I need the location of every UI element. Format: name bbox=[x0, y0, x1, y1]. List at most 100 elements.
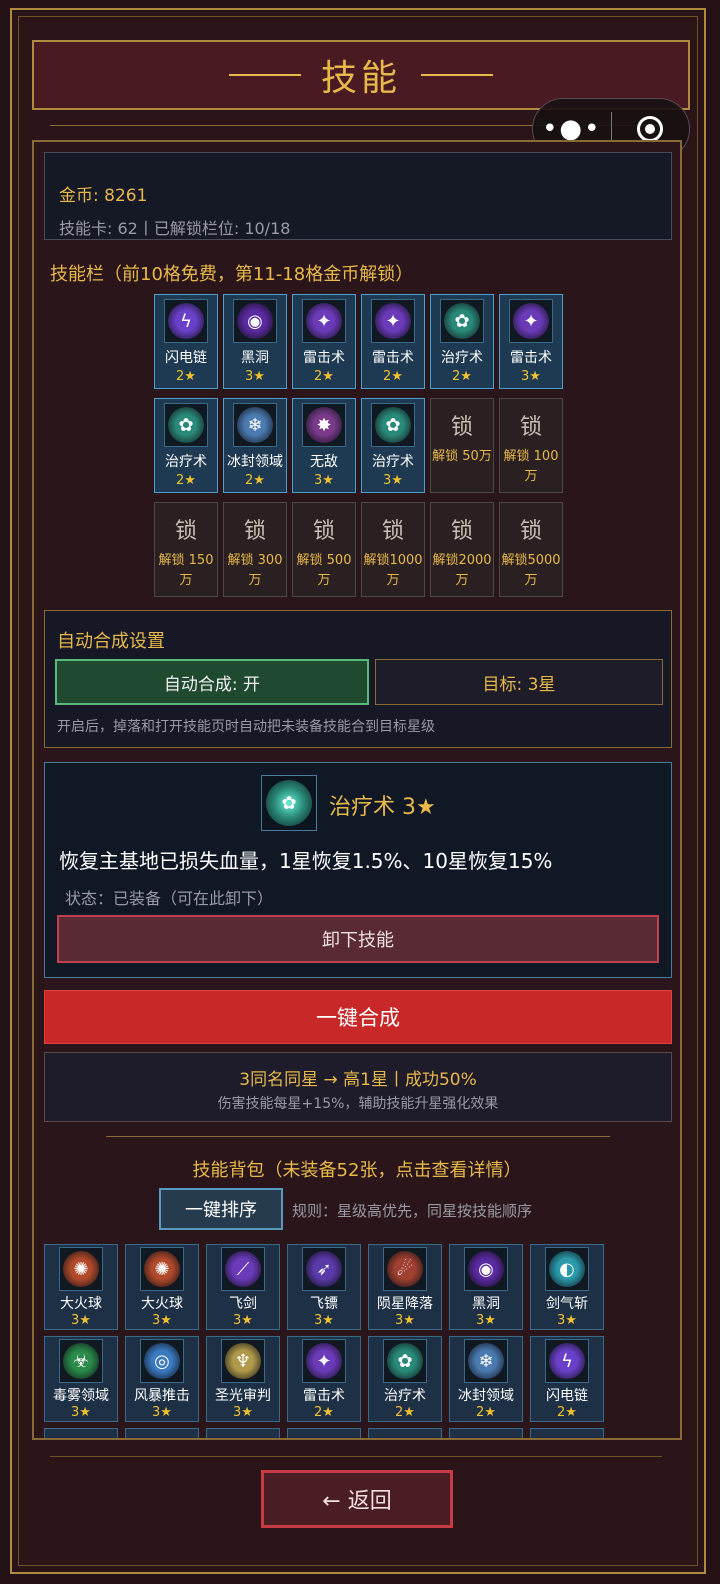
skill-slot[interactable]: ✸ 无敌 3★ bbox=[292, 398, 356, 493]
bag-item[interactable]: ϟ 闪电链 2★ bbox=[530, 1336, 604, 1422]
merge-rule-sub: 伤害技能每星+15%，辅助技能升星强化效果 bbox=[217, 1096, 499, 1112]
bag-item[interactable]: ♆ 圣光审判 3★ bbox=[206, 1336, 280, 1422]
merge-rules: 3同名同星 → 高1星丨成功50% 伤害技能每星+15%，辅助技能升星强化效果 bbox=[44, 1052, 672, 1122]
unlock-cost: 解锁 300万 bbox=[227, 553, 283, 588]
black-hole-icon: ◉ bbox=[464, 1247, 508, 1291]
bag-item-name: 风暴推击 bbox=[134, 1388, 190, 1404]
fireball-icon: ✺ bbox=[140, 1247, 184, 1291]
skill-slot-name: 雷击术 bbox=[303, 350, 345, 366]
skill-slot-stars: 3★ bbox=[521, 369, 541, 384]
bag-item[interactable] bbox=[287, 1428, 361, 1438]
invincible-icon: ✸ bbox=[302, 403, 346, 447]
bag-item[interactable] bbox=[449, 1428, 523, 1438]
bag-item[interactable] bbox=[44, 1428, 118, 1438]
skill-slot-stars: 3★ bbox=[314, 473, 334, 488]
locked-slot[interactable]: 锁解锁 500万 bbox=[292, 502, 356, 597]
bag-item[interactable]: ☄ 陨星降落 3★ bbox=[368, 1244, 442, 1330]
skill-slot-stars: 2★ bbox=[176, 369, 196, 384]
meteor-icon: ☄ bbox=[383, 1247, 427, 1291]
skill-slot-stars: 3★ bbox=[383, 473, 403, 488]
heal-icon: ✿ bbox=[164, 403, 208, 447]
bag-item-name: 飞剑 bbox=[229, 1296, 257, 1312]
heal-icon: ✿ bbox=[383, 1339, 427, 1383]
sort-rule: 规则：星级高优先，同星按技能顺序 bbox=[292, 1202, 533, 1220]
bag-separator bbox=[106, 1136, 610, 1137]
bag-item-name: 剑气斩 bbox=[546, 1296, 588, 1312]
skill-slot-stars: 2★ bbox=[314, 369, 334, 384]
bag-item-stars: 3★ bbox=[476, 1313, 496, 1328]
skill-slot[interactable]: ✦ 雷击术 2★ bbox=[361, 294, 425, 389]
lock-label: 锁 bbox=[450, 519, 473, 544]
skill-slot[interactable]: ✦ 雷击术 3★ bbox=[499, 294, 563, 389]
bag-item-name: 黑洞 bbox=[472, 1296, 500, 1312]
locked-slot[interactable]: 锁解锁2000万 bbox=[430, 502, 494, 597]
lock-label: 锁 bbox=[381, 519, 404, 544]
unlock-cost: 解锁1000万 bbox=[363, 553, 423, 588]
skill-slot-name: 治疗术 bbox=[165, 454, 207, 470]
bag-item[interactable]: ✿ 治疗术 2★ bbox=[368, 1336, 442, 1422]
skill-slot[interactable]: ◉ 黑洞 3★ bbox=[223, 294, 287, 389]
locked-slot[interactable]: 锁解锁 100万 bbox=[499, 398, 563, 493]
skill-slot-stars: 2★ bbox=[452, 369, 472, 384]
bag-item[interactable]: ✺ 大火球 3★ bbox=[125, 1244, 199, 1330]
bag-item[interactable]: ➶ 飞镖 3★ bbox=[287, 1244, 361, 1330]
locked-slot[interactable]: 锁解锁 50万 bbox=[430, 398, 494, 493]
sort-button[interactable]: 一键排序 bbox=[159, 1188, 283, 1230]
thunder-icon: ✦ bbox=[302, 1339, 346, 1383]
target-circle-icon[interactable] bbox=[612, 116, 690, 142]
unlock-cost: 解锁 50万 bbox=[432, 449, 492, 464]
unlock-cost: 解锁 150万 bbox=[158, 553, 214, 588]
poison-icon: ☣ bbox=[59, 1339, 103, 1383]
bag-item[interactable] bbox=[530, 1428, 604, 1438]
bag-item[interactable]: ⟋ 飞剑 3★ bbox=[206, 1244, 280, 1330]
locked-slot[interactable]: 锁解锁 150万 bbox=[154, 502, 218, 597]
locked-slot[interactable]: 锁解锁5000万 bbox=[499, 502, 563, 597]
skill-slot[interactable]: ✿ 治疗术 3★ bbox=[361, 398, 425, 493]
unlock-cost: 解锁 100万 bbox=[503, 449, 559, 484]
bag-item[interactable]: ◎ 风暴推击 3★ bbox=[125, 1336, 199, 1422]
back-button[interactable]: ← 返回 bbox=[261, 1470, 453, 1528]
auto-merge-toggle[interactable]: 自动合成: 开 bbox=[55, 659, 369, 705]
unequip-button[interactable]: 卸下技能 bbox=[57, 915, 659, 963]
unlock-cost: 解锁 500万 bbox=[296, 553, 352, 588]
storm-icon: ◎ bbox=[140, 1339, 184, 1383]
skill-slot-name: 治疗术 bbox=[441, 350, 483, 366]
skill-slot[interactable]: ❄ 冰封领域 2★ bbox=[223, 398, 287, 493]
one-click-merge-button[interactable]: 一键合成 bbox=[44, 990, 672, 1044]
skill-slot-name: 雷击术 bbox=[372, 350, 414, 366]
merge-rule-main: 3同名同星 → 高1星丨成功50% bbox=[239, 1070, 477, 1090]
bag-item[interactable] bbox=[368, 1428, 442, 1438]
bag-item[interactable]: ◐ 剑气斩 3★ bbox=[530, 1244, 604, 1330]
skill-slot[interactable]: ϟ 闪电链 2★ bbox=[154, 294, 218, 389]
thunder-icon: ✦ bbox=[302, 299, 346, 343]
bag-item[interactable]: ◉ 黑洞 3★ bbox=[449, 1244, 523, 1330]
bag-item-name: 圣光审判 bbox=[215, 1388, 271, 1404]
locked-slot[interactable]: 锁解锁1000万 bbox=[361, 502, 425, 597]
bag-item[interactable]: ✺ 大火球 3★ bbox=[44, 1244, 118, 1330]
target-star-button[interactable]: 目标: 3星 bbox=[375, 659, 663, 705]
bag-item-stars: 3★ bbox=[152, 1405, 172, 1420]
locked-slot[interactable]: 锁解锁 300万 bbox=[223, 502, 287, 597]
bag-item-stars: 3★ bbox=[557, 1313, 577, 1328]
bag-item[interactable] bbox=[125, 1428, 199, 1438]
card-slot-info: 技能卡: 62丨已解锁栏位: 10/18 bbox=[59, 219, 291, 238]
skill-slot-stars: 2★ bbox=[176, 473, 196, 488]
skill-detail-status: 状态：已装备（可在此卸下） bbox=[65, 889, 274, 908]
lightning-icon: ϟ bbox=[545, 1339, 589, 1383]
bag-item-name: 飞镖 bbox=[310, 1296, 338, 1312]
skill-slot[interactable]: ✦ 雷击术 2★ bbox=[292, 294, 356, 389]
skill-slot[interactable]: ✿ 治疗术 2★ bbox=[154, 398, 218, 493]
bag-item[interactable] bbox=[206, 1428, 280, 1438]
auto-merge-title: 自动合成设置 bbox=[57, 631, 165, 652]
bag-item[interactable]: ☣ 毒雾领域 3★ bbox=[44, 1336, 118, 1422]
skill-slot-name: 闪电链 bbox=[165, 350, 207, 366]
bag-item-stars: 3★ bbox=[152, 1313, 172, 1328]
bag-item-name: 大火球 bbox=[141, 1296, 183, 1312]
bag-item[interactable]: ❄ 冰封领域 2★ bbox=[449, 1336, 523, 1422]
bag-item[interactable]: ✦ 雷击术 2★ bbox=[287, 1336, 361, 1422]
lock-label: 锁 bbox=[174, 519, 197, 544]
flying-sword-icon: ⟋ bbox=[221, 1247, 265, 1291]
sword-wave-icon: ◐ bbox=[545, 1247, 589, 1291]
lock-label: 锁 bbox=[450, 415, 473, 440]
skill-slot[interactable]: ✿ 治疗术 2★ bbox=[430, 294, 494, 389]
